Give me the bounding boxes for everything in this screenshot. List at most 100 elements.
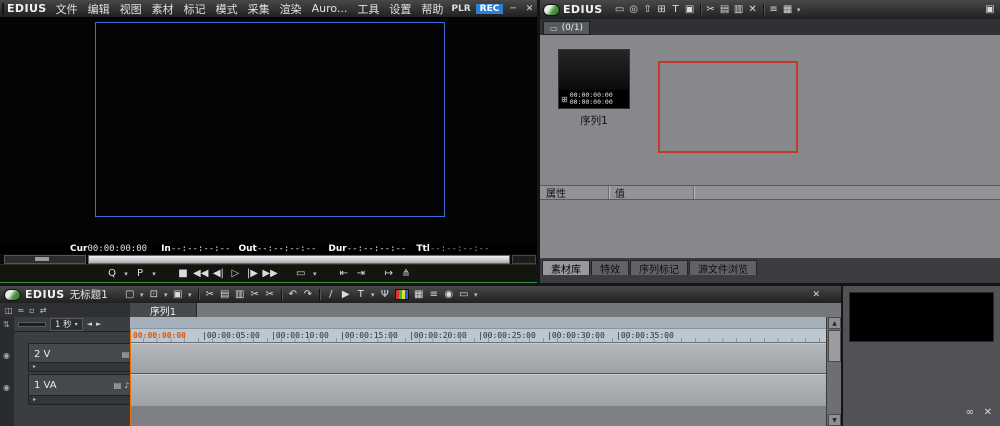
colorbars-icon[interactable] [394,289,409,300]
plr-button[interactable]: PLR [448,4,473,14]
minimize-button[interactable]: ─ [505,4,520,14]
aux-options-button[interactable]: ∞ [966,407,974,418]
track-keyframe-icon[interactable]: ▤ [114,381,125,390]
monitor-mode-button[interactable]: ▭ [294,268,308,280]
paste-button[interactable]: ▥ [233,289,247,301]
column-divider[interactable] [693,186,694,199]
clip-label[interactable]: 序列1 [554,113,634,128]
timescale-dec-button[interactable]: ◄ [87,320,92,328]
shuttle-slider-thumb[interactable] [35,257,49,261]
mute-toggle-icon[interactable]: ◉ [3,351,10,360]
properties-col-value[interactable]: 值 [609,185,693,200]
stop-button[interactable]: ■ [176,268,190,280]
split-clip-button[interactable]: ✂ [263,289,277,301]
track-expander-v[interactable]: ▸ [29,362,143,371]
bin-content-area[interactable]: ⊞ 00:00:00:00 00:00:00:00 序列1 [540,35,1000,185]
aux-preview[interactable] [849,292,994,342]
track-header-v[interactable]: 2 V ▤ ⇥ ▸ [28,343,144,372]
cut-button[interactable]: ✂ [704,4,718,16]
menu-item-capture[interactable]: 采集 [243,1,275,17]
close-button[interactable]: ✕ [521,4,539,14]
menu-item-render[interactable]: 渲染 [275,1,307,17]
tab-source-browser[interactable]: 源文件浏览 [689,260,757,276]
clip-thumbnail[interactable]: ⊞ 00:00:00:00 00:00:00:00 [558,49,630,109]
playback-tool-button[interactable]: P [133,268,147,280]
position-scrub-bar[interactable] [88,255,510,264]
prev-frame-button[interactable]: ◀| [211,268,225,280]
up-folder-button[interactable]: ⇧ [641,4,655,16]
grid-mode-button[interactable]: ▦ [412,289,426,301]
timescale-select[interactable]: 1 秒 ▾ [50,317,83,331]
search-button[interactable]: ◎ [627,4,641,16]
open-project-caret[interactable]: ▾ [162,289,170,301]
waveform-icon[interactable]: ≈ [18,306,25,315]
menu-item-view[interactable]: 视图 [115,1,147,17]
capture-button[interactable]: ▣ [683,4,697,16]
new-sequence-caret[interactable]: ▾ [138,289,146,301]
redo-button[interactable]: ↷ [301,289,315,301]
preview-canvas[interactable] [0,17,537,243]
mixer-button[interactable]: ≡ [427,289,441,301]
ruler-top-strip[interactable] [130,317,826,329]
shuttle-slider[interactable] [4,255,86,264]
zoom-tool-caret[interactable]: ▾ [122,268,130,280]
scroll-thumb[interactable] [828,330,841,362]
insert-mode-icon[interactable]: ▫ [29,306,34,315]
menu-item-mode[interactable]: 模式 [211,1,243,17]
copy-button[interactable]: ▤ [718,4,732,16]
track-expander-va[interactable]: ▸ [29,395,143,404]
menu-item-tools[interactable]: 工具 [352,1,384,17]
save-project-button[interactable]: ▣ [171,289,185,301]
play-button[interactable]: ▷ [228,268,242,280]
properties-col-name[interactable]: 属性 [540,185,608,200]
title-button[interactable]: T [354,289,368,301]
zoom-tool-button[interactable]: Q [105,268,119,280]
timescale-slider[interactable] [18,321,46,327]
menu-item-auro[interactable]: Auro... [307,2,353,15]
sync-all-icon[interactable]: ⇅ [3,320,10,329]
sync-mode-icon[interactable]: ⇄ [40,306,47,315]
goto-out-button[interactable]: ⇥ [354,268,368,280]
record-button[interactable]: ◉ [442,289,456,301]
rec-button[interactable]: REC [475,3,504,14]
play-around-button[interactable]: ▶ [339,289,353,301]
track-header-va[interactable]: 1 VA ▤ ♪ ⇥ ▸ [28,374,144,405]
ripple-cut-button[interactable]: ✂ [248,289,262,301]
timeline-vscrollbar[interactable]: ▲ ▼ [826,317,841,426]
scroll-up-button[interactable]: ▲ [828,317,841,329]
solo-toggle-icon[interactable]: ◉ [3,383,10,392]
rewind-button[interactable]: ◀◀ [193,268,208,280]
copy-button[interactable]: ▤ [218,289,232,301]
new-sequence-button[interactable]: ▢ [123,289,137,301]
view-mode-caret[interactable]: ▾ [795,4,803,16]
scroll-down-button[interactable]: ▼ [828,414,841,426]
add-clip-button[interactable]: ⊞ [655,4,669,16]
tab-effects[interactable]: 特效 [591,260,629,276]
timeline-close-button[interactable]: ✕ [807,290,825,300]
timescale-inc-button[interactable]: ► [96,320,101,328]
menu-item-settings[interactable]: 设置 [384,1,416,17]
aux-close-button[interactable]: ✕ [984,407,992,418]
view-grid-button[interactable]: ▦ [781,4,795,16]
trim-tool-button[interactable]: ∕ [324,289,338,301]
bin-folder-tab[interactable]: ▭ (0/1) [543,21,591,35]
open-project-button[interactable]: ⊡ [147,289,161,301]
title-caret[interactable]: ▾ [369,289,377,301]
properties-button[interactable]: ≡ [767,4,781,16]
splitter-button[interactable]: ⋔ [399,268,413,280]
menu-item-file[interactable]: 文件 [51,1,83,17]
playback-tool-caret[interactable]: ▾ [150,268,158,280]
menu-item-marker[interactable]: 标记 [179,1,211,17]
panel-options-button[interactable]: ▣ [983,4,997,16]
delete-button[interactable]: ✕ [746,4,760,16]
panel-menu-button[interactable]: ▭ [457,289,471,301]
cut-button[interactable]: ✂ [203,289,217,301]
paste-button[interactable]: ▥ [732,4,746,16]
menu-item-help[interactable]: 帮助 [416,1,448,17]
tab-sequence-marker[interactable]: 序列标记 [630,260,688,276]
playhead[interactable] [130,329,131,426]
track-lane-va[interactable] [130,374,826,407]
voiceover-button[interactable]: Ψ [378,289,392,301]
undo-button[interactable]: ↶ [286,289,300,301]
menu-item-clip[interactable]: 素材 [147,1,179,17]
